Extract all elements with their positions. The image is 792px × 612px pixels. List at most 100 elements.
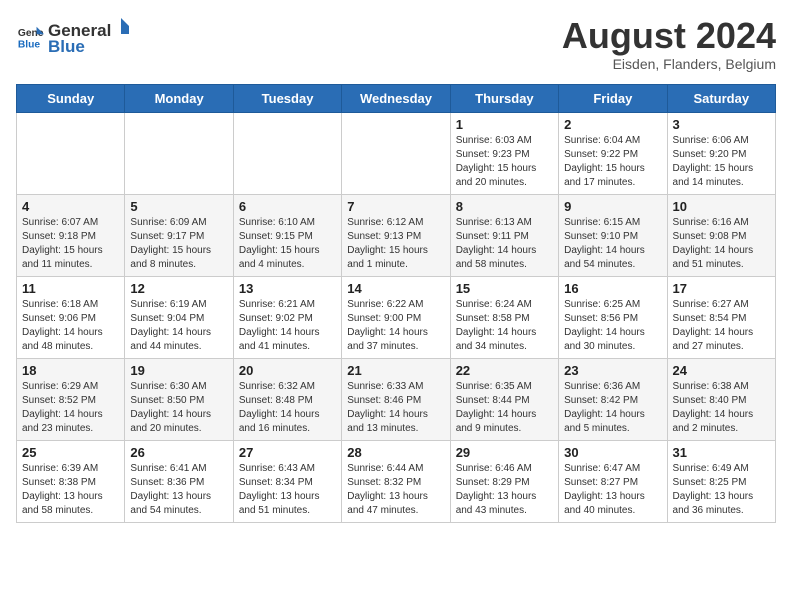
calendar-cell: 21Sunrise: 6:33 AM Sunset: 8:46 PM Dayli… (342, 358, 450, 440)
calendar-week-3: 11 Sunrise: 6:18 AM Sunset: 9:06 PM Dayli… (17, 276, 776, 358)
calendar-week-5: 25 Sunrise: 6:39 AM Sunset: 8:38 PM Dayli… (17, 440, 776, 522)
weekday-header-saturday: Saturday (667, 84, 775, 112)
day-info: Sunrise: 6:25 AM Sunset: 8:56 PM Dayligh… (564, 298, 661, 354)
day-info: Sunrise: 6:13 AM Sunset: 9:11 PM Dayligh… (456, 216, 553, 272)
day-info: Sunrise: 6:38 AM Sunset: 8:40 PM Dayligh… (673, 380, 770, 436)
day-number: 27 (239, 445, 336, 460)
day-info: Sunrise: 6:10 AM Sunset: 9:15 PM Dayligh… (239, 216, 336, 272)
calendar-week-2: 4 Sunrise: 6:07 AM Sunset: 9:18 PM Daylig… (17, 194, 776, 276)
logo: General Blue General Blue (16, 16, 131, 57)
day-info: Sunrise: 6:12 AM Sunset: 9:13 PM Dayligh… (347, 216, 444, 272)
title-block: August 2024 Eisden, Flanders, Belgium (562, 16, 776, 72)
day-info: Sunrise: 6:03 AM Sunset: 9:23 PM Dayligh… (456, 134, 553, 190)
day-number: 7 (347, 199, 444, 214)
subtitle: Eisden, Flanders, Belgium (562, 56, 776, 72)
day-number: 6 (239, 199, 336, 214)
calendar-cell: 28 Sunrise: 6:44 AM Sunset: 8:32 PM Dayli… (342, 440, 450, 522)
day-number: 17 (673, 281, 770, 296)
day-number: 30 (564, 445, 661, 460)
calendar-cell: 27 Sunrise: 6:43 AM Sunset: 8:34 PM Dayli… (233, 440, 341, 522)
day-info: Sunrise: 6:21 AM Sunset: 9:02 PM Dayligh… (239, 298, 336, 354)
calendar-cell: 3 Sunrise: 6:06 AM Sunset: 9:20 PM Daylig… (667, 112, 775, 194)
day-number: 12 (130, 281, 227, 296)
weekday-header-row: SundayMondayTuesdayWednesdayThursdayFrid… (17, 84, 776, 112)
calendar-cell: 6 Sunrise: 6:10 AM Sunset: 9:15 PM Daylig… (233, 194, 341, 276)
day-info: Sunrise: 6:39 AM Sunset: 8:38 PM Dayligh… (22, 462, 119, 518)
weekday-header-wednesday: Wednesday (342, 84, 450, 112)
calendar-cell: 2Sunrise: 6:04 AM Sunset: 9:22 PM Daylig… (559, 112, 667, 194)
day-number: 22 (456, 363, 553, 378)
day-number: 21 (347, 363, 444, 378)
calendar-week-1: 1 Sunrise: 6:03 AM Sunset: 9:23 PM Daylig… (17, 112, 776, 194)
calendar-week-4: 18Sunrise: 6:29 AM Sunset: 8:52 PM Dayli… (17, 358, 776, 440)
day-info: Sunrise: 6:30 AM Sunset: 8:50 PM Dayligh… (130, 380, 227, 436)
day-info: Sunrise: 6:36 AM Sunset: 8:42 PM Dayligh… (564, 380, 661, 436)
logo-icon: General Blue (16, 23, 44, 51)
day-info: Sunrise: 6:32 AM Sunset: 8:48 PM Dayligh… (239, 380, 336, 436)
day-number: 16 (564, 281, 661, 296)
calendar-cell: 18Sunrise: 6:29 AM Sunset: 8:52 PM Dayli… (17, 358, 125, 440)
day-info: Sunrise: 6:27 AM Sunset: 8:54 PM Dayligh… (673, 298, 770, 354)
day-number: 4 (22, 199, 119, 214)
day-info: Sunrise: 6:44 AM Sunset: 8:32 PM Dayligh… (347, 462, 444, 518)
day-number: 23 (564, 363, 661, 378)
calendar-cell: 7 Sunrise: 6:12 AM Sunset: 9:13 PM Daylig… (342, 194, 450, 276)
calendar-cell: 19 Sunrise: 6:30 AM Sunset: 8:50 PM Dayli… (125, 358, 233, 440)
day-number: 19 (130, 363, 227, 378)
day-info: Sunrise: 6:16 AM Sunset: 9:08 PM Dayligh… (673, 216, 770, 272)
calendar-cell: 13 Sunrise: 6:21 AM Sunset: 9:02 PM Dayli… (233, 276, 341, 358)
day-info: Sunrise: 6:46 AM Sunset: 8:29 PM Dayligh… (456, 462, 553, 518)
svg-text:Blue: Blue (18, 39, 41, 50)
calendar-cell: 20 Sunrise: 6:32 AM Sunset: 8:48 PM Dayli… (233, 358, 341, 440)
weekday-header-sunday: Sunday (17, 84, 125, 112)
day-number: 15 (456, 281, 553, 296)
day-number: 14 (347, 281, 444, 296)
calendar-cell: 22 Sunrise: 6:35 AM Sunset: 8:44 PM Dayli… (450, 358, 558, 440)
day-info: Sunrise: 6:47 AM Sunset: 8:27 PM Dayligh… (564, 462, 661, 518)
day-number: 24 (673, 363, 770, 378)
weekday-header-monday: Monday (125, 84, 233, 112)
page-header: General Blue General Blue August 2024 Ei… (16, 16, 776, 72)
calendar-cell: 25 Sunrise: 6:39 AM Sunset: 8:38 PM Dayli… (17, 440, 125, 522)
day-info: Sunrise: 6:07 AM Sunset: 9:18 PM Dayligh… (22, 216, 119, 272)
calendar-cell: 30 Sunrise: 6:47 AM Sunset: 8:27 PM Dayli… (559, 440, 667, 522)
calendar-cell: 29Sunrise: 6:46 AM Sunset: 8:29 PM Dayli… (450, 440, 558, 522)
day-info: Sunrise: 6:35 AM Sunset: 8:44 PM Dayligh… (456, 380, 553, 436)
calendar-cell: 15 Sunrise: 6:24 AM Sunset: 8:58 PM Dayli… (450, 276, 558, 358)
day-number: 28 (347, 445, 444, 460)
day-info: Sunrise: 6:29 AM Sunset: 8:52 PM Dayligh… (22, 380, 119, 436)
day-number: 20 (239, 363, 336, 378)
day-info: Sunrise: 6:24 AM Sunset: 8:58 PM Dayligh… (456, 298, 553, 354)
day-info: Sunrise: 6:06 AM Sunset: 9:20 PM Dayligh… (673, 134, 770, 190)
calendar-cell: 26 Sunrise: 6:41 AM Sunset: 8:36 PM Dayli… (125, 440, 233, 522)
calendar-cell: 1 Sunrise: 6:03 AM Sunset: 9:23 PM Daylig… (450, 112, 558, 194)
calendar-cell: 5Sunrise: 6:09 AM Sunset: 9:17 PM Daylig… (125, 194, 233, 276)
calendar-cell: 10Sunrise: 6:16 AM Sunset: 9:08 PM Dayli… (667, 194, 775, 276)
calendar-cell: 14 Sunrise: 6:22 AM Sunset: 9:00 PM Dayli… (342, 276, 450, 358)
calendar-cell: 31Sunrise: 6:49 AM Sunset: 8:25 PM Dayli… (667, 440, 775, 522)
day-number: 8 (456, 199, 553, 214)
calendar-cell: 8 Sunrise: 6:13 AM Sunset: 9:11 PM Daylig… (450, 194, 558, 276)
day-number: 1 (456, 117, 553, 132)
day-number: 11 (22, 281, 119, 296)
day-number: 26 (130, 445, 227, 460)
calendar-cell: 23 Sunrise: 6:36 AM Sunset: 8:42 PM Dayli… (559, 358, 667, 440)
calendar-cell (17, 112, 125, 194)
calendar-cell: 16 Sunrise: 6:25 AM Sunset: 8:56 PM Dayli… (559, 276, 667, 358)
day-number: 13 (239, 281, 336, 296)
day-number: 9 (564, 199, 661, 214)
day-info: Sunrise: 6:18 AM Sunset: 9:06 PM Dayligh… (22, 298, 119, 354)
day-number: 25 (22, 445, 119, 460)
day-number: 5 (130, 199, 227, 214)
calendar-cell: 24 Sunrise: 6:38 AM Sunset: 8:40 PM Dayli… (667, 358, 775, 440)
day-info: Sunrise: 6:49 AM Sunset: 8:25 PM Dayligh… (673, 462, 770, 518)
day-info: Sunrise: 6:22 AM Sunset: 9:00 PM Dayligh… (347, 298, 444, 354)
main-title: August 2024 (562, 16, 776, 56)
calendar-cell (233, 112, 341, 194)
day-info: Sunrise: 6:15 AM Sunset: 9:10 PM Dayligh… (564, 216, 661, 272)
logo-triangle-icon (111, 16, 131, 36)
day-info: Sunrise: 6:41 AM Sunset: 8:36 PM Dayligh… (130, 462, 227, 518)
calendar-cell (342, 112, 450, 194)
day-number: 3 (673, 117, 770, 132)
day-info: Sunrise: 6:43 AM Sunset: 8:34 PM Dayligh… (239, 462, 336, 518)
